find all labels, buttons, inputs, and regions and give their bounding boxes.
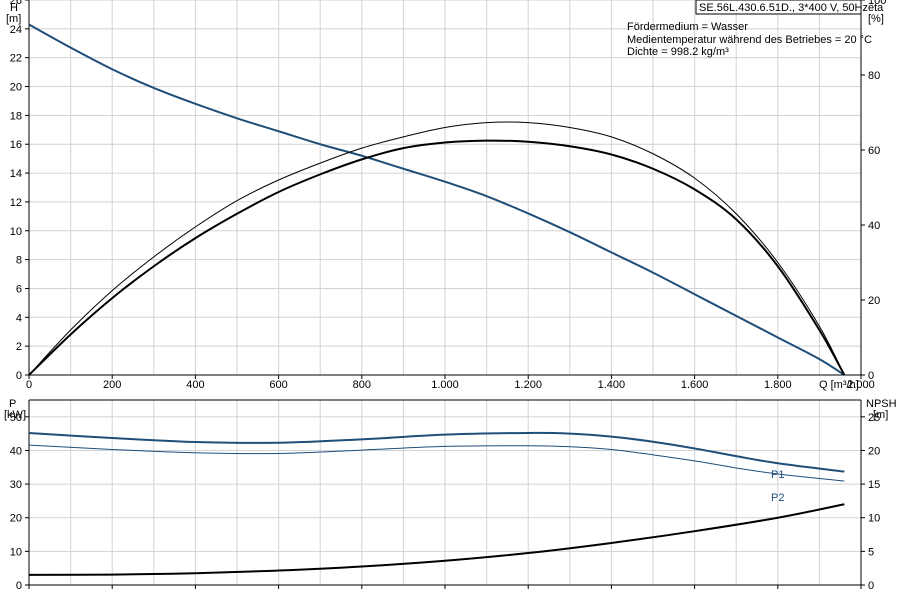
right-tick-label: 15 (868, 479, 880, 491)
x-tick-label: 0 (26, 379, 32, 391)
left-tick-label: 22 (10, 53, 22, 65)
top-right-axis-unit: [%] (868, 13, 884, 25)
x-tick-label: 200 (103, 379, 121, 391)
left-tick-label: 24 (10, 24, 22, 36)
x-tick-label: 1.400 (598, 379, 626, 391)
right-tick-label: 40 (868, 220, 880, 232)
bottom-left-axis-unit: [kW] (4, 409, 26, 421)
info-medium: Fördermedium = Wasser (627, 21, 748, 33)
right-tick-label: 20 (868, 445, 880, 457)
x-axis-label: Q [m³/h] (819, 379, 859, 391)
top-left-axis-unit: [m] (6, 13, 21, 25)
x-tick-label: 1.200 (514, 379, 542, 391)
x-tick-label: 800 (353, 379, 371, 391)
left-tick-label: 40 (10, 445, 22, 457)
bottom-right-axis-unit: [m] (873, 409, 888, 421)
tick-layer: 024681012141618202224260204060801000 200 4… (10, 0, 886, 592)
series-label-p1: P1 (771, 469, 784, 481)
series-line-1-2 (28, 503, 845, 576)
left-tick-label: 6 (16, 283, 22, 295)
info-temperature: Medientemperatur während des Betriebes =… (627, 34, 872, 46)
left-tick-label: 10 (10, 226, 22, 238)
left-tick-label: 8 (16, 255, 22, 267)
left-tick-label: 14 (10, 168, 22, 180)
left-tick-label: 0 (16, 370, 22, 382)
x-tick-label: 600 (269, 379, 287, 391)
x-tick-label: 1.600 (681, 379, 709, 391)
right-tick-label: 0 (868, 580, 874, 592)
x-tick-label: 1.000 (431, 379, 459, 391)
series-layer (28, 23, 846, 576)
left-tick-label: 4 (16, 312, 22, 324)
left-tick-label: 20 (10, 82, 22, 94)
model-label: SE.56L.430.6.51D., 3*400 V, 50Hz (699, 2, 868, 14)
info-density: Dichte = 998.2 kg/m³ (627, 46, 729, 58)
pump-curve-chart: 024681012141618202224260204060801000 200 4… (4, 0, 897, 592)
left-tick-label: 30 (10, 479, 22, 491)
series-line-0-2 (28, 139, 846, 376)
left-tick-label: 16 (10, 139, 22, 151)
x-tick-label: 400 (186, 379, 204, 391)
right-tick-label: 60 (868, 145, 880, 157)
left-tick-label: 2 (16, 341, 22, 353)
left-tick-label: 12 (10, 197, 22, 209)
left-tick-label: 0 (16, 580, 22, 592)
right-tick-label: 80 (868, 70, 880, 82)
left-tick-label: 20 (10, 513, 22, 525)
left-tick-label: 10 (10, 546, 22, 558)
right-tick-label: 5 (868, 546, 874, 558)
right-tick-label: 20 (868, 295, 880, 307)
series-label-p2: P2 (771, 492, 784, 504)
x-tick-label: 1.800 (764, 379, 792, 391)
left-tick-label: 18 (10, 110, 22, 122)
right-tick-label: 10 (868, 513, 880, 525)
series-line-0-1 (28, 121, 845, 376)
